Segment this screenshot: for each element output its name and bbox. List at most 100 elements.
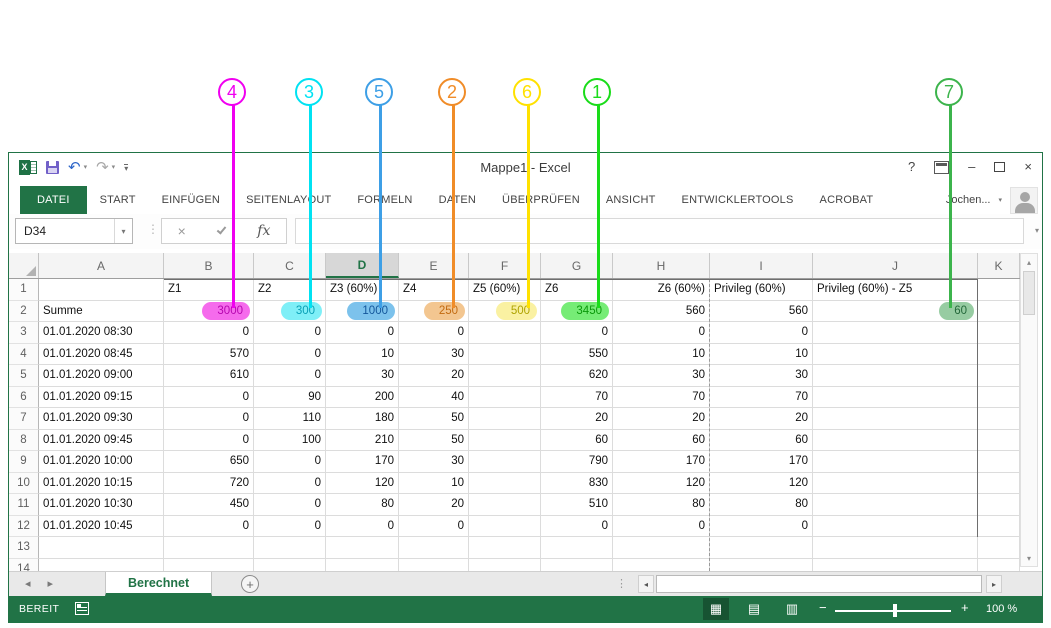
signed-in-user[interactable]: Jochen... xyxy=(946,194,991,206)
cell-K2[interactable] xyxy=(978,301,1020,323)
sheet-tab-berechnet[interactable]: Berechnet xyxy=(105,572,212,596)
page-layout-view-button[interactable]: ▤ xyxy=(741,598,767,620)
row-header-13[interactable]: 13 xyxy=(9,537,39,559)
redo-icon[interactable]: ↷ xyxy=(96,161,109,174)
cell-D7[interactable]: 180 xyxy=(326,408,399,430)
row-header-14[interactable]: 14 xyxy=(9,559,39,572)
cell-K11[interactable] xyxy=(978,494,1020,516)
cell-B7[interactable]: 0 xyxy=(164,408,254,430)
cell-A6[interactable]: 01.01.2020 09:15 xyxy=(39,387,164,409)
cell-A13[interactable] xyxy=(39,537,164,559)
cell-A12[interactable]: 01.01.2020 10:45 xyxy=(39,516,164,538)
cell-I5[interactable]: 30 xyxy=(710,365,813,387)
cell-I6[interactable]: 70 xyxy=(710,387,813,409)
cell-A4[interactable]: 01.01.2020 08:45 xyxy=(39,344,164,366)
row-header-4[interactable]: 4 xyxy=(9,344,39,366)
cell-F8[interactable] xyxy=(469,430,541,452)
cell-C14[interactable] xyxy=(254,559,326,572)
cell-J14[interactable] xyxy=(813,559,978,572)
cell-K7[interactable] xyxy=(978,408,1020,430)
vertical-scroll-thumb[interactable] xyxy=(1023,271,1035,315)
cell-H1[interactable]: Z6 (60%) xyxy=(613,279,710,301)
cell-D4[interactable]: 10 xyxy=(326,344,399,366)
expand-formula-bar-icon[interactable]: ▾ xyxy=(1035,226,1039,235)
cell-D14[interactable] xyxy=(326,559,399,572)
cell-I7[interactable]: 20 xyxy=(710,408,813,430)
cell-F11[interactable] xyxy=(469,494,541,516)
cell-K10[interactable] xyxy=(978,473,1020,495)
insert-function-icon[interactable]: fx xyxy=(257,223,270,239)
excel-app-icon[interactable]: X xyxy=(19,159,37,175)
cell-C13[interactable] xyxy=(254,537,326,559)
cell-G10[interactable]: 830 xyxy=(541,473,613,495)
cell-H6[interactable]: 70 xyxy=(613,387,710,409)
cell-C9[interactable]: 0 xyxy=(254,451,326,473)
cell-C3[interactable]: 0 xyxy=(254,322,326,344)
row-header-12[interactable]: 12 xyxy=(9,516,39,538)
cell-E5[interactable]: 20 xyxy=(399,365,469,387)
column-header-I[interactable]: I xyxy=(710,253,813,278)
page-break-view-button[interactable]: ▥ xyxy=(779,598,805,620)
cell-H10[interactable]: 120 xyxy=(613,473,710,495)
cell-E9[interactable]: 30 xyxy=(399,451,469,473)
select-all-corner[interactable] xyxy=(9,253,39,278)
scrollbar-grip-icon[interactable]: ⋮ xyxy=(616,577,627,590)
cell-J11[interactable] xyxy=(813,494,978,516)
cell-G14[interactable] xyxy=(541,559,613,572)
cell-K9[interactable] xyxy=(978,451,1020,473)
row-header-7[interactable]: 7 xyxy=(9,408,39,430)
horizontal-scroll-thumb[interactable] xyxy=(656,575,982,593)
customize-qat-icon[interactable]: ▾ xyxy=(124,164,128,171)
column-header-G[interactable]: G xyxy=(541,253,613,278)
cell-B2[interactable]: 3000 xyxy=(164,301,254,323)
cell-I14[interactable] xyxy=(710,559,813,572)
sheet-nav-left-icon[interactable]: ◂ xyxy=(25,577,31,590)
row-header-10[interactable]: 10 xyxy=(9,473,39,495)
cell-E12[interactable]: 0 xyxy=(399,516,469,538)
cell-A2[interactable]: Summe xyxy=(39,301,164,323)
cell-J8[interactable] xyxy=(813,430,978,452)
ribbon-tab-einfgen[interactable]: EINFÜGEN xyxy=(149,186,233,214)
cell-B5[interactable]: 610 xyxy=(164,365,254,387)
cell-G11[interactable]: 510 xyxy=(541,494,613,516)
cell-H2[interactable]: 560 xyxy=(613,301,710,323)
cell-F10[interactable] xyxy=(469,473,541,495)
cell-J12[interactable] xyxy=(813,516,978,538)
cell-E14[interactable] xyxy=(399,559,469,572)
cell-J13[interactable] xyxy=(813,537,978,559)
cell-H4[interactable]: 10 xyxy=(613,344,710,366)
cell-F12[interactable] xyxy=(469,516,541,538)
cell-C2[interactable]: 300 xyxy=(254,301,326,323)
cell-A9[interactable]: 01.01.2020 10:00 xyxy=(39,451,164,473)
cell-G9[interactable]: 790 xyxy=(541,451,613,473)
cell-A10[interactable]: 01.01.2020 10:15 xyxy=(39,473,164,495)
cell-J9[interactable] xyxy=(813,451,978,473)
cell-J7[interactable] xyxy=(813,408,978,430)
user-avatar[interactable] xyxy=(1010,187,1038,214)
cell-A3[interactable]: 01.01.2020 08:30 xyxy=(39,322,164,344)
cell-A7[interactable]: 01.01.2020 09:30 xyxy=(39,408,164,430)
column-header-C[interactable]: C xyxy=(254,253,326,278)
cell-E8[interactable]: 50 xyxy=(399,430,469,452)
cell-K4[interactable] xyxy=(978,344,1020,366)
cell-I9[interactable]: 170 xyxy=(710,451,813,473)
zoom-level-label[interactable]: 100 % xyxy=(986,603,1017,615)
row-header-1[interactable]: 1 xyxy=(9,279,39,301)
cell-G2[interactable]: 3450 xyxy=(541,301,613,323)
cell-D9[interactable]: 170 xyxy=(326,451,399,473)
cell-G7[interactable]: 20 xyxy=(541,408,613,430)
cell-H3[interactable]: 0 xyxy=(613,322,710,344)
zoom-slider-thumb[interactable] xyxy=(893,604,897,617)
cell-C6[interactable]: 90 xyxy=(254,387,326,409)
cell-G6[interactable]: 70 xyxy=(541,387,613,409)
row-header-9[interactable]: 9 xyxy=(9,451,39,473)
cell-A5[interactable]: 01.01.2020 09:00 xyxy=(39,365,164,387)
cell-H5[interactable]: 30 xyxy=(613,365,710,387)
cell-B11[interactable]: 450 xyxy=(164,494,254,516)
cell-H9[interactable]: 170 xyxy=(613,451,710,473)
row-header-2[interactable]: 2 xyxy=(9,301,39,323)
column-header-D[interactable]: D xyxy=(326,253,399,278)
cell-F4[interactable] xyxy=(469,344,541,366)
cell-I2[interactable]: 560 xyxy=(710,301,813,323)
cell-E1[interactable]: Z4 xyxy=(399,279,469,301)
